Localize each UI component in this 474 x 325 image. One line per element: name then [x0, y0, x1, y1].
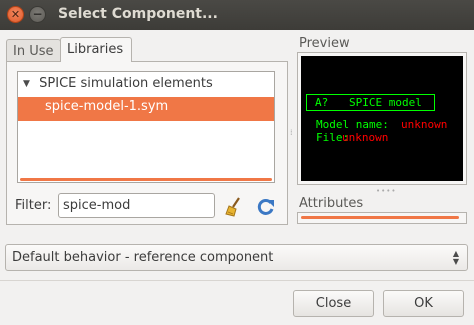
- attributes-label: Attributes: [299, 196, 364, 211]
- attributes-scrollbar[interactable]: [301, 216, 459, 219]
- tree-item-selected[interactable]: spice-model-1.sym: [18, 97, 274, 121]
- window-title: Select Component...: [58, 6, 218, 22]
- close-button[interactable]: Close: [293, 290, 374, 317]
- behavior-selected-value: Default behavior - reference component: [12, 250, 274, 265]
- symbol-label: SPICE model: [349, 96, 422, 109]
- symbol-refdes: A?: [315, 96, 329, 109]
- preview-label: Preview: [299, 36, 350, 51]
- window-close-button[interactable]: ✕: [7, 6, 24, 23]
- window-titlebar: ✕ − Select Component...: [0, 0, 474, 30]
- broom-icon[interactable]: [224, 196, 244, 218]
- dropdown-arrows-icon: ▲ ▼: [452, 249, 459, 266]
- expander-down-icon[interactable]: ▼: [23, 79, 35, 89]
- library-tree[interactable]: ▼ SPICE simulation elements spice-model-…: [17, 71, 275, 183]
- preview-canvas: A? SPICE model Model name: unknown File:…: [301, 56, 463, 181]
- tree-group-spice[interactable]: ▼ SPICE simulation elements: [18, 76, 274, 98]
- tree-scrollbar[interactable]: [20, 178, 272, 181]
- behavior-dropdown[interactable]: Default behavior - reference component ▲…: [5, 244, 468, 271]
- separator: [0, 280, 474, 281]
- pane-splitter-handle[interactable]: ⁞: [290, 128, 294, 137]
- preview-splitter-handle[interactable]: ••••: [376, 187, 397, 195]
- refresh-icon[interactable]: [256, 197, 276, 217]
- tree-group-label: SPICE simulation elements: [39, 76, 213, 91]
- file-value: unknown: [342, 131, 389, 144]
- tree-item-label: spice-model-1.sym: [45, 99, 169, 114]
- ok-button[interactable]: OK: [383, 290, 464, 317]
- model-name-value: unknown: [401, 118, 448, 131]
- model-name-key: Model name:: [316, 118, 389, 131]
- tab-in-use[interactable]: In Use: [6, 39, 61, 62]
- window-minimize-button[interactable]: −: [29, 6, 46, 23]
- filter-input[interactable]: [58, 193, 215, 218]
- tab-libraries[interactable]: Libraries: [60, 37, 132, 62]
- filter-label: Filter:: [15, 198, 52, 213]
